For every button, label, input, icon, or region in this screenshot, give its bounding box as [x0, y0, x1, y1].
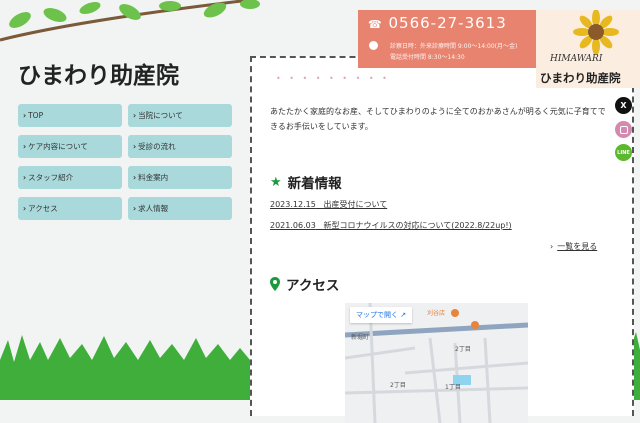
map-pin-icon: [270, 277, 280, 291]
nav-label: TOP: [28, 111, 44, 120]
nav-label: 受診の流れ: [138, 142, 176, 151]
access-heading: アクセス: [270, 274, 339, 294]
main-panel: • • • • • • • • • あたたかく家庭的なお産、そしてひまわりのよう…: [250, 56, 634, 423]
nav-access[interactable]: › アクセス: [18, 197, 122, 220]
phone-number[interactable]: ☎ 0566-27-3613: [368, 14, 507, 32]
nav-label: アクセス: [28, 204, 58, 213]
news-title: 新型コロナウイルスの対応について(2022.8/22up!): [323, 221, 512, 230]
nav-flow[interactable]: › 受診の流れ: [128, 135, 232, 158]
phone-text: 0566-27-3613: [388, 14, 507, 32]
nav-recruit[interactable]: › 求人情報: [128, 197, 232, 220]
nav-label: 求人情報: [138, 204, 169, 213]
hours-line: 診察日時：外来診療時間 9:00〜14:00(月〜金): [390, 43, 518, 50]
contact-box: ☎ 0566-27-3613 診察日時：外来診療時間 9:00〜14:00(月〜…: [358, 10, 536, 68]
line-label: LINE: [617, 149, 630, 156]
chevron-right-icon: ›: [23, 173, 27, 182]
more-news-link[interactable]: › 一覧を見る: [550, 241, 597, 252]
external-link-icon: ↗: [400, 311, 407, 319]
phone-hours-line: 電話受付時間 8:30〜14:30: [390, 54, 465, 61]
news-date: 2023.12.15: [270, 200, 316, 209]
news-heading: ★ 新着情報: [270, 172, 342, 193]
map-label: 1丁目: [445, 384, 461, 391]
open-in-maps-label: マップで開く: [356, 311, 398, 319]
chevron-right-icon: ›: [133, 173, 137, 182]
instagram-icon[interactable]: [615, 121, 632, 138]
site-title[interactable]: ひまわり助産院: [18, 56, 179, 90]
map-label: 2丁目: [390, 382, 406, 389]
nav-staff[interactable]: › スタッフ紹介: [18, 166, 122, 189]
nav-fees[interactable]: › 料金案内: [128, 166, 232, 189]
phone-icon: ☎: [368, 18, 383, 31]
nav-care[interactable]: › ケア内容について: [18, 135, 122, 158]
nav-label: ケア内容について: [28, 142, 88, 151]
map-label: 新堀町: [351, 333, 369, 341]
nav-top[interactable]: › TOP: [18, 104, 122, 127]
nav-about[interactable]: › 当院について: [128, 104, 232, 127]
news-date: 2021.06.03: [270, 221, 316, 230]
open-in-maps-button[interactable]: マップで開く ↗: [350, 307, 413, 323]
dotted-divider: • • • • • • • • •: [276, 74, 390, 83]
chevron-right-icon: ›: [23, 204, 27, 213]
leaves-decoration: [0, 0, 260, 42]
sunflower-icon: [573, 9, 619, 55]
chevron-right-icon: ›: [23, 111, 27, 120]
news-title: 出産受付について: [323, 200, 388, 209]
star-icon: ★: [270, 174, 282, 190]
intro-text: あたたかく家庭的なお産、そしてひまわりのように全てのおかあさんが明るく元気に子育…: [270, 107, 606, 131]
map-label: 刈谷店: [427, 309, 445, 317]
chevron-right-icon: ›: [133, 142, 137, 151]
nav-label: 料金案内: [138, 173, 169, 182]
logo-name: ひまわり助産院: [540, 71, 621, 85]
clock-icon: [369, 41, 378, 50]
nav-label: 当院について: [138, 111, 183, 120]
main-nav: › TOP › 当院について › ケア内容について › 受診の流れ › スタッフ紹介 › 料…: [18, 104, 232, 220]
more-label: 一覧を見る: [557, 242, 598, 251]
access-heading-text: アクセス: [286, 278, 340, 294]
line-icon[interactable]: LINE: [615, 144, 632, 161]
chevron-right-icon: ›: [23, 142, 27, 151]
x-label: X: [620, 101, 627, 110]
chevron-right-icon: ›: [133, 111, 137, 120]
nav-label: スタッフ紹介: [28, 173, 74, 182]
news-item[interactable]: 2021.06.03 新型コロナウイルスの対応について(2022.8/22up!…: [270, 220, 512, 231]
map-label: 2丁目: [455, 346, 471, 353]
news-item[interactable]: 2023.12.15 出産受付について: [270, 199, 387, 210]
chevron-right-icon: ›: [550, 242, 554, 251]
x-social-icon[interactable]: X: [615, 97, 632, 114]
news-heading-text: 新着情報: [287, 176, 342, 192]
chevron-right-icon: ›: [133, 204, 137, 213]
logo[interactable]: HIMAWARI ひまわり助産院: [536, 9, 640, 88]
logo-script: HIMAWARI: [550, 54, 603, 64]
instagram-glyph: [619, 125, 628, 134]
google-map[interactable]: 新堀町 2丁目 1丁目 2丁目 刈谷店 マップで開く ↗: [345, 303, 528, 423]
hours-text: 診察日時：外来診療時間 9:00〜14:00(月〜金) 電話受付時間 8:30〜1…: [390, 41, 530, 63]
